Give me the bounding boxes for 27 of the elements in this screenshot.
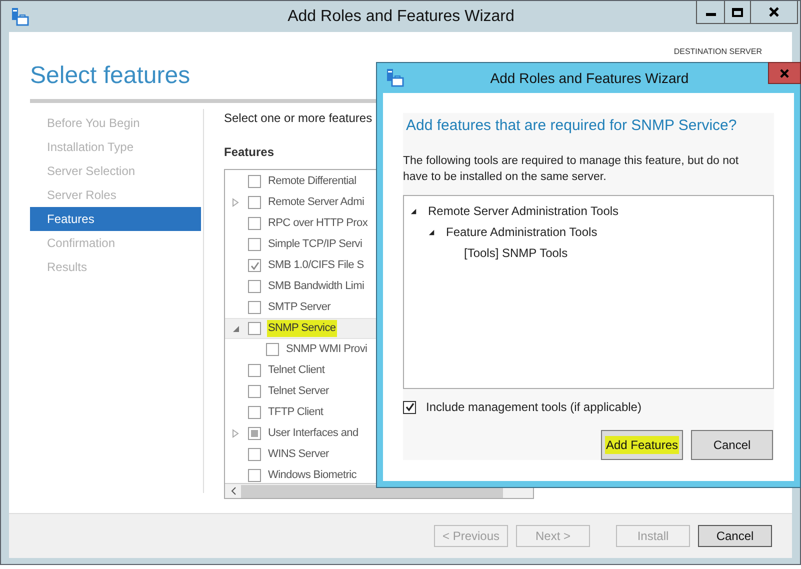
feature-label: Simple TCP/IP Servi [268, 237, 362, 252]
feature-label: Telnet Client [268, 363, 325, 378]
feature-label: TFTP Client [268, 405, 324, 420]
feature-label: SMTP Server [268, 300, 331, 316]
feature-label: SNMP Service [267, 320, 337, 337]
tree-item: Remote Server Administration Tools [428, 203, 619, 220]
dialog-heading: Add features that are required for SNMP Service? [405, 116, 738, 136]
destination-label: DESTINATION SERVER [674, 46, 762, 58]
features-heading: Features [224, 144, 274, 161]
feature-label: Windows Biometric [268, 468, 356, 483]
feature-label: SMB Bandwidth Limi [268, 279, 364, 294]
window-title: Add Roles and Features Wizard [286, 6, 516, 26]
description-text: The following tools are required to manage this feature, but do not have to be installed on the same server. [403, 154, 740, 184]
checkbox-label: Include management tools (if applicable) [426, 399, 642, 416]
feature-label: SMB 1.0/CIFS File S [268, 258, 364, 274]
instruction-text: Select one or more features [224, 110, 372, 127]
tree-item: [Tools] SNMP Tools [464, 245, 568, 262]
tree-item: Feature Administration Tools [446, 224, 598, 241]
feature-label: RPC over HTTP Prox [268, 216, 368, 232]
feature-label: Remote Differential [268, 174, 356, 190]
dialog-title: Add Roles and Features Wizard [489, 68, 690, 88]
feature-label: Remote Server Admi [268, 195, 364, 210]
page-title: Select features [30, 61, 190, 91]
feature-label: User Interfaces and [268, 426, 358, 442]
feature-label: WINS Server [268, 447, 329, 462]
feature-label: Telnet Server [268, 384, 329, 400]
feature-label: SNMP WMI Provi [286, 342, 368, 358]
